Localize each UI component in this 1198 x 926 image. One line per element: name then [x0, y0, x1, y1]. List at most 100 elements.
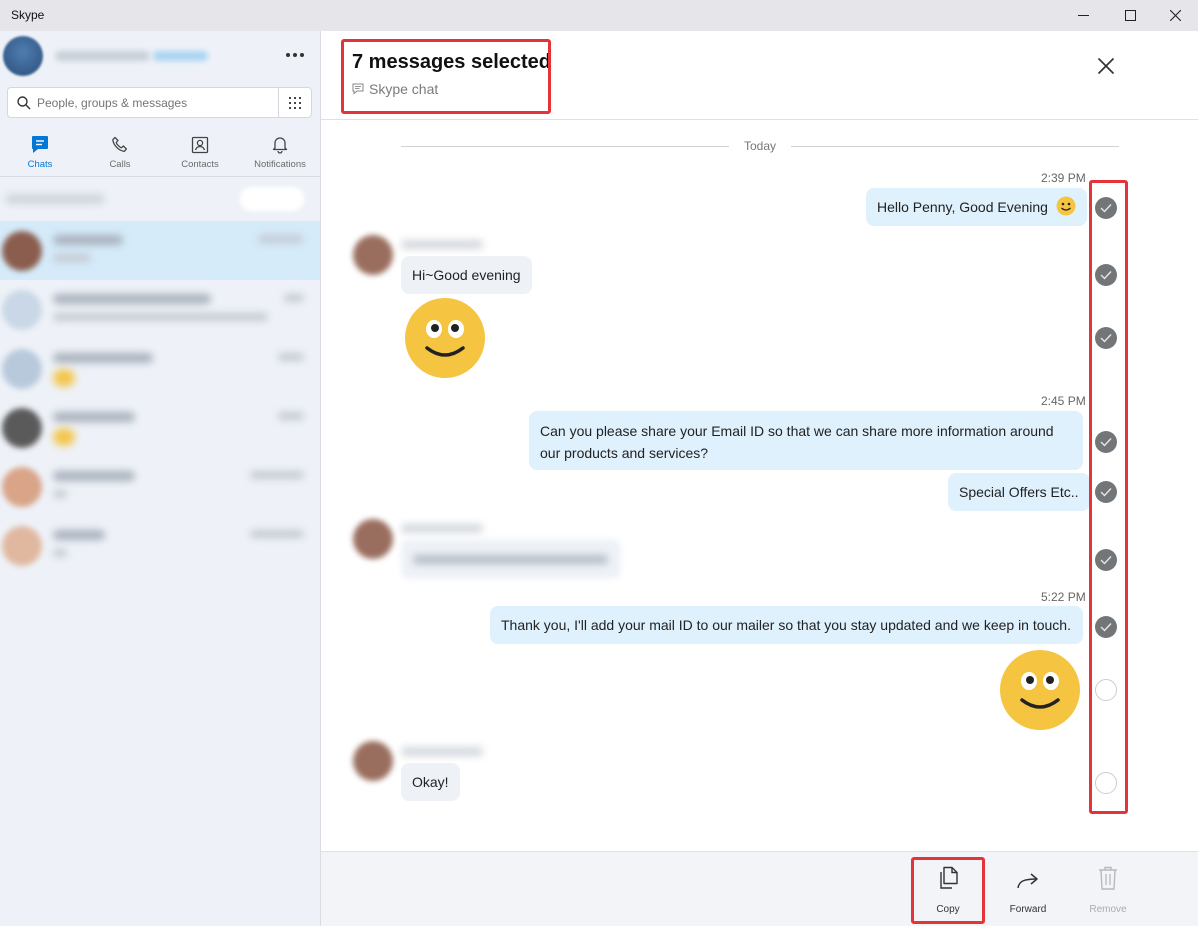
- chat-list-item[interactable]: [0, 339, 320, 398]
- minimize-icon: [1077, 15, 1089, 16]
- chat-time-redacted: [258, 235, 303, 243]
- avatar: [2, 349, 42, 389]
- message-timestamp: 2:45 PM: [1041, 394, 1086, 408]
- sender-meta-redacted: [401, 747, 483, 756]
- sidebar: Chats Calls Contacts Notifications: [0, 31, 321, 926]
- chat-preview-redacted: [53, 369, 75, 387]
- chat-list-item[interactable]: [0, 457, 320, 516]
- tab-chats-label: Chats: [27, 159, 53, 170]
- title-bar: Skype: [0, 0, 1198, 31]
- profile-name-redacted: [55, 51, 150, 61]
- message-bubble-outgoing[interactable]: Thank you, I'll add your mail ID to our …: [490, 606, 1083, 644]
- more-options-button[interactable]: [283, 46, 307, 66]
- selection-header: 7 messages selected Skype chat: [321, 31, 1198, 120]
- tab-contacts[interactable]: Contacts: [160, 132, 240, 176]
- search-input[interactable]: [37, 94, 277, 112]
- tab-notifications-label: Notifications: [254, 159, 306, 170]
- recent-chats-label-redacted: [5, 194, 105, 204]
- chat-time-redacted: [284, 294, 304, 302]
- divider: [791, 146, 1119, 147]
- avatar: [353, 519, 393, 559]
- app-title: Skype: [11, 8, 45, 22]
- highlight-box: [911, 857, 985, 924]
- chat-name-redacted: [53, 530, 105, 540]
- maximize-icon: [1124, 10, 1136, 21]
- phone-icon: [112, 136, 128, 152]
- remove-button[interactable]: Remove: [1075, 852, 1141, 926]
- chat-icon: [32, 136, 48, 153]
- selection-actions-bar: Copy Forward Remove: [321, 851, 1198, 926]
- message-timestamp: 2:39 PM: [1041, 171, 1086, 185]
- chat-preview-redacted: [53, 313, 268, 321]
- tab-chats[interactable]: Chats: [0, 132, 80, 176]
- chat-name-redacted: [53, 235, 123, 245]
- forward-icon: [1017, 873, 1038, 889]
- chat-name-redacted: [53, 412, 135, 422]
- chat-preview-redacted: [53, 254, 91, 262]
- chat-name-redacted: [53, 353, 153, 363]
- more-icon: [286, 53, 304, 57]
- sender-meta-redacted: [401, 240, 483, 249]
- profile-avatar[interactable]: [3, 36, 43, 76]
- chat-name-redacted: [53, 294, 211, 304]
- tab-calls-label: Calls: [109, 159, 131, 170]
- avatar: [2, 290, 42, 330]
- highlight-box: [1089, 180, 1128, 814]
- chat-list-item[interactable]: [0, 516, 320, 575]
- avatar: [353, 741, 393, 781]
- chat-preview-redacted: [53, 428, 75, 446]
- remove-label: Remove: [1089, 904, 1127, 915]
- minimize-button[interactable]: [1060, 0, 1106, 31]
- message-text: Special Offers Etc..: [959, 484, 1079, 500]
- chat-name-redacted: [53, 471, 135, 481]
- trash-icon: [1099, 866, 1117, 890]
- search-box[interactable]: [7, 87, 312, 118]
- chat-preview-redacted: [53, 490, 67, 498]
- tab-notifications[interactable]: Notifications: [240, 132, 320, 176]
- message-text: Hello Penny, Good Evening: [877, 199, 1048, 215]
- message-text-redacted: [413, 555, 608, 564]
- message-bubble-incoming[interactable]: Hi~Good evening: [401, 256, 532, 294]
- smiley-emoji[interactable]: [1000, 650, 1080, 730]
- message-bubble-outgoing[interactable]: Special Offers Etc..: [948, 473, 1090, 511]
- avatar: [2, 526, 42, 566]
- contacts-icon: [191, 136, 209, 154]
- chat-time-redacted: [278, 412, 304, 420]
- message-bubble-incoming[interactable]: Okay!: [401, 763, 460, 801]
- tab-contacts-label: Contacts: [181, 159, 219, 170]
- chat-time-redacted: [250, 530, 304, 538]
- tab-calls[interactable]: Calls: [80, 132, 160, 176]
- smiley-emoji[interactable]: [405, 298, 485, 378]
- sender-meta-redacted: [401, 524, 483, 533]
- message-text: Thank you, I'll add your mail ID to our …: [501, 617, 1071, 633]
- window-close-button[interactable]: [1152, 0, 1198, 31]
- avatar: [2, 408, 42, 448]
- message-timestamp: 5:22 PM: [1041, 590, 1086, 604]
- profile-credit-redacted: [153, 51, 208, 61]
- chat-preview-redacted: [53, 549, 67, 557]
- nav-tabs: Chats Calls Contacts Notifications: [0, 132, 320, 176]
- maximize-button[interactable]: [1107, 0, 1153, 31]
- message-bubble-outgoing[interactable]: Can you please share your Email ID so th…: [529, 411, 1083, 470]
- dialpad-icon: [289, 96, 301, 109]
- chat-time-redacted: [250, 471, 304, 479]
- message-bubble-outgoing[interactable]: Hello Penny, Good Evening: [866, 188, 1087, 226]
- divider: [401, 146, 729, 147]
- avatar: [2, 231, 42, 271]
- chat-list-item[interactable]: [0, 280, 320, 339]
- forward-button[interactable]: Forward: [995, 852, 1061, 926]
- message-text: Can you please share your Email ID so th…: [540, 423, 1054, 461]
- divider: [0, 176, 320, 177]
- highlight-box: [341, 39, 551, 114]
- bell-icon: [272, 137, 288, 154]
- chat-list-item[interactable]: [0, 221, 320, 280]
- chat-time-redacted: [278, 353, 304, 361]
- avatar: [353, 235, 393, 275]
- chat-list-item[interactable]: [0, 398, 320, 457]
- close-icon: [1169, 10, 1181, 21]
- close-selection-button[interactable]: [1093, 53, 1119, 79]
- day-separator: Today: [744, 139, 777, 153]
- message-text: Hi~Good evening: [412, 267, 521, 283]
- new-chat-button-redacted[interactable]: [240, 187, 304, 211]
- dialpad-button[interactable]: [278, 88, 311, 117]
